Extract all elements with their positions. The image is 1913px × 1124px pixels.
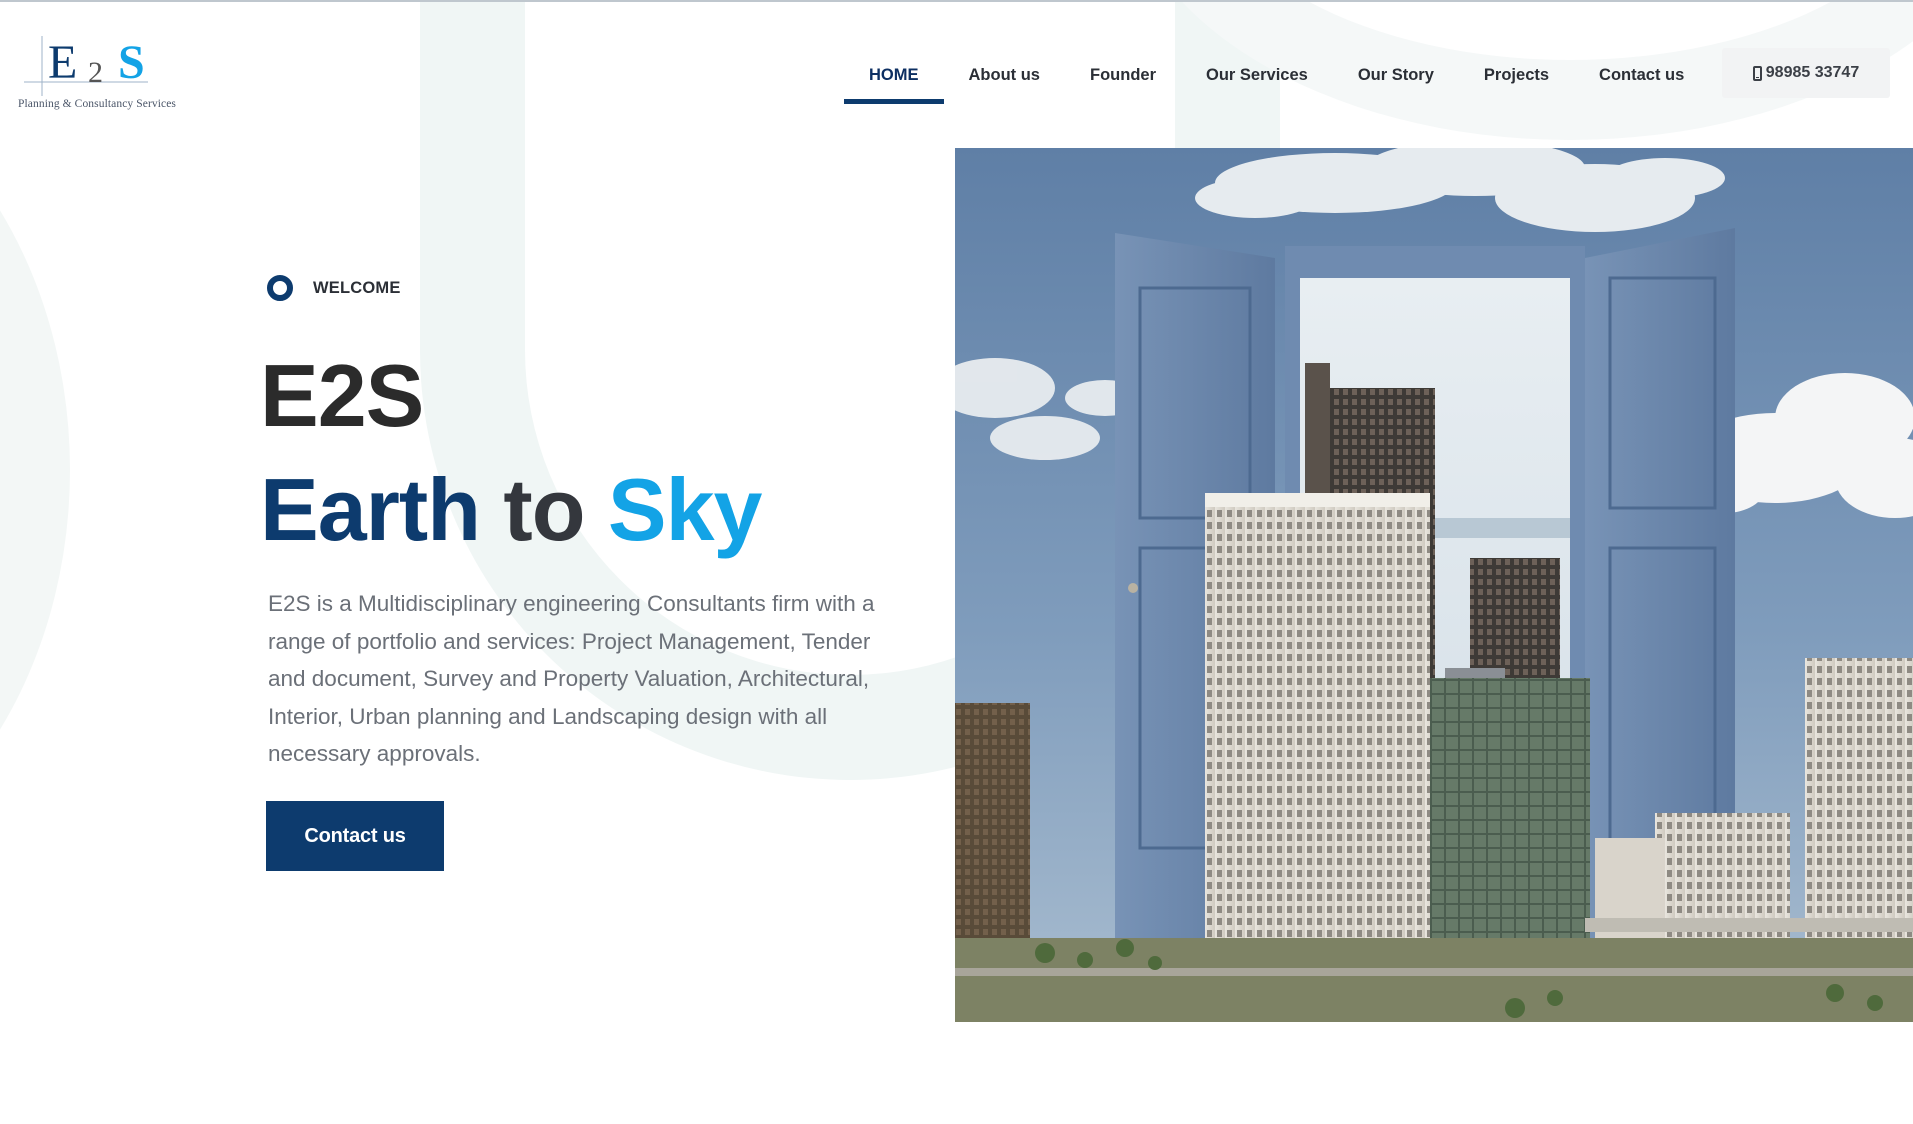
- nav-about-us[interactable]: About us: [944, 46, 1066, 104]
- welcome-label: WELCOME: [313, 278, 401, 297]
- main-nav: HOME About us Founder Our Services Our S…: [844, 46, 1709, 104]
- contact-us-button[interactable]: Contact us: [266, 801, 444, 871]
- nav-home[interactable]: HOME: [844, 46, 944, 104]
- welcome-eyebrow: WELCOME: [267, 275, 401, 301]
- site-logo[interactable]: E 2 S Planning & Consultancy Services: [0, 0, 200, 120]
- svg-text:S: S: [118, 36, 145, 89]
- mobile-phone-icon: [1752, 65, 1762, 81]
- svg-text:2: 2: [88, 56, 103, 89]
- hero-image: [955, 148, 1913, 1022]
- hero-subtitle: Earth to Sky: [260, 466, 762, 554]
- top-border: [0, 0, 1913, 2]
- hero-description: E2S is a Multidisciplinary engineering C…: [268, 591, 875, 766]
- nav-contact-us[interactable]: Contact us: [1574, 46, 1709, 104]
- phone-button[interactable]: 98985 33747: [1722, 48, 1890, 98]
- nav-our-story[interactable]: Our Story: [1333, 46, 1459, 104]
- hero-title: E2S: [260, 346, 424, 445]
- subtitle-sky: Sky: [607, 460, 763, 559]
- logo-tagline: Planning & Consultancy Services: [18, 98, 177, 110]
- subtitle-earth: Earth: [260, 460, 481, 559]
- city-door-illustration: [955, 148, 1913, 1022]
- svg-text:E: E: [48, 36, 77, 89]
- phone-number: 98985 33747: [1765, 64, 1860, 81]
- nav-founder[interactable]: Founder: [1065, 46, 1181, 104]
- ring-icon: [267, 275, 293, 301]
- nav-our-services[interactable]: Our Services: [1181, 46, 1333, 104]
- subtitle-to: to: [503, 460, 585, 559]
- nav-projects[interactable]: Projects: [1459, 46, 1574, 104]
